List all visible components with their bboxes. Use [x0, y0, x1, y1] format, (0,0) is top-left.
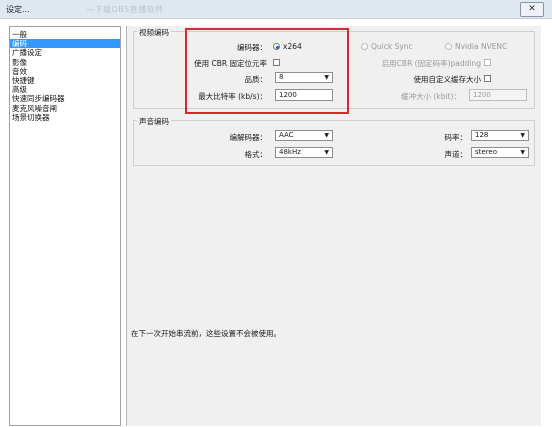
audio-bitrate-label: 码率： [444, 133, 468, 142]
chevron-down-icon: ▼ [324, 149, 329, 156]
channel-value: stereo [475, 148, 498, 156]
footer-note: 在下一次开始串流前，这些设置不会被使用。 [131, 329, 281, 338]
chevron-down-icon: ▼ [520, 132, 525, 139]
encoder-nvenc-radio[interactable] [445, 43, 452, 50]
chevron-down-icon: ▼ [520, 149, 525, 156]
encoder-quicksync-label: Quick Sync [371, 42, 413, 51]
buffer-size-label: 缓冲大小 (kbit)： [401, 92, 461, 101]
encoder-nvenc-label: Nvidia NVENC [455, 42, 508, 51]
format-label: 格式： [244, 150, 268, 159]
sidebar-item-quicksync[interactable]: 快速同步编码器 [10, 94, 120, 103]
audio-bitrate-value: 128 [475, 131, 489, 139]
audio-group-label: 声音编码 [137, 116, 171, 127]
cbr-padding-label: 启用CBR (固定码率)padding [381, 59, 481, 68]
audio-bitrate-select[interactable]: 128 ▼ [471, 130, 529, 141]
format-value: 48kHz [279, 148, 301, 156]
buffer-size-input[interactable]: 1200 [469, 89, 527, 101]
sidebar-item-general[interactable]: 一般 [10, 30, 120, 39]
codec-value: AAC [279, 131, 294, 139]
channel-label: 声道： [444, 150, 468, 159]
sidebar-item-scene-switcher[interactable]: 场景切换器 [10, 113, 120, 122]
sidebar-item-video[interactable]: 影像 [10, 58, 120, 67]
window-title: 设定... [6, 5, 30, 14]
video-group-label: 视频编码 [137, 27, 171, 38]
format-select[interactable]: 48kHz ▼ [275, 147, 333, 158]
chevron-down-icon: ▼ [324, 132, 329, 139]
sidebar-item-broadcast[interactable]: 广播设定 [10, 48, 120, 57]
highlight-box [185, 28, 349, 114]
sidebar-item-noise-gate[interactable]: 麦克风噪音闸 [10, 104, 120, 113]
codec-label: 编解码器： [229, 133, 268, 142]
sidebar-item-encoding[interactable]: 编码 [10, 39, 120, 49]
close-button[interactable]: ✕ [520, 2, 544, 17]
settings-sidebar: 一般 编码 广播设定 影像 音效 快捷键 高级 快速同步编码器 麦克风噪音闸 场… [9, 26, 121, 426]
channel-select[interactable]: stereo ▼ [471, 147, 529, 158]
title-bar: 设定... —下载OBS直播软件 ✕ [0, 0, 552, 19]
custom-buffer-checkbox[interactable] [484, 75, 491, 82]
settings-content: 视频编码 编码器： x264 Quick Sync Nvidia NVENC 使… [126, 26, 541, 426]
codec-select[interactable]: AAC ▼ [275, 130, 333, 141]
overlay-caption: —下载OBS直播软件 [86, 5, 164, 14]
sidebar-item-advanced[interactable]: 高级 [10, 85, 120, 94]
encoder-quicksync-radio[interactable] [361, 43, 368, 50]
sidebar-item-audio[interactable]: 音效 [10, 67, 120, 76]
custom-buffer-label: 使用自定义缓存大小 [413, 75, 482, 84]
sidebar-item-hotkeys[interactable]: 快捷键 [10, 76, 120, 85]
cbr-padding-checkbox[interactable] [484, 59, 491, 66]
